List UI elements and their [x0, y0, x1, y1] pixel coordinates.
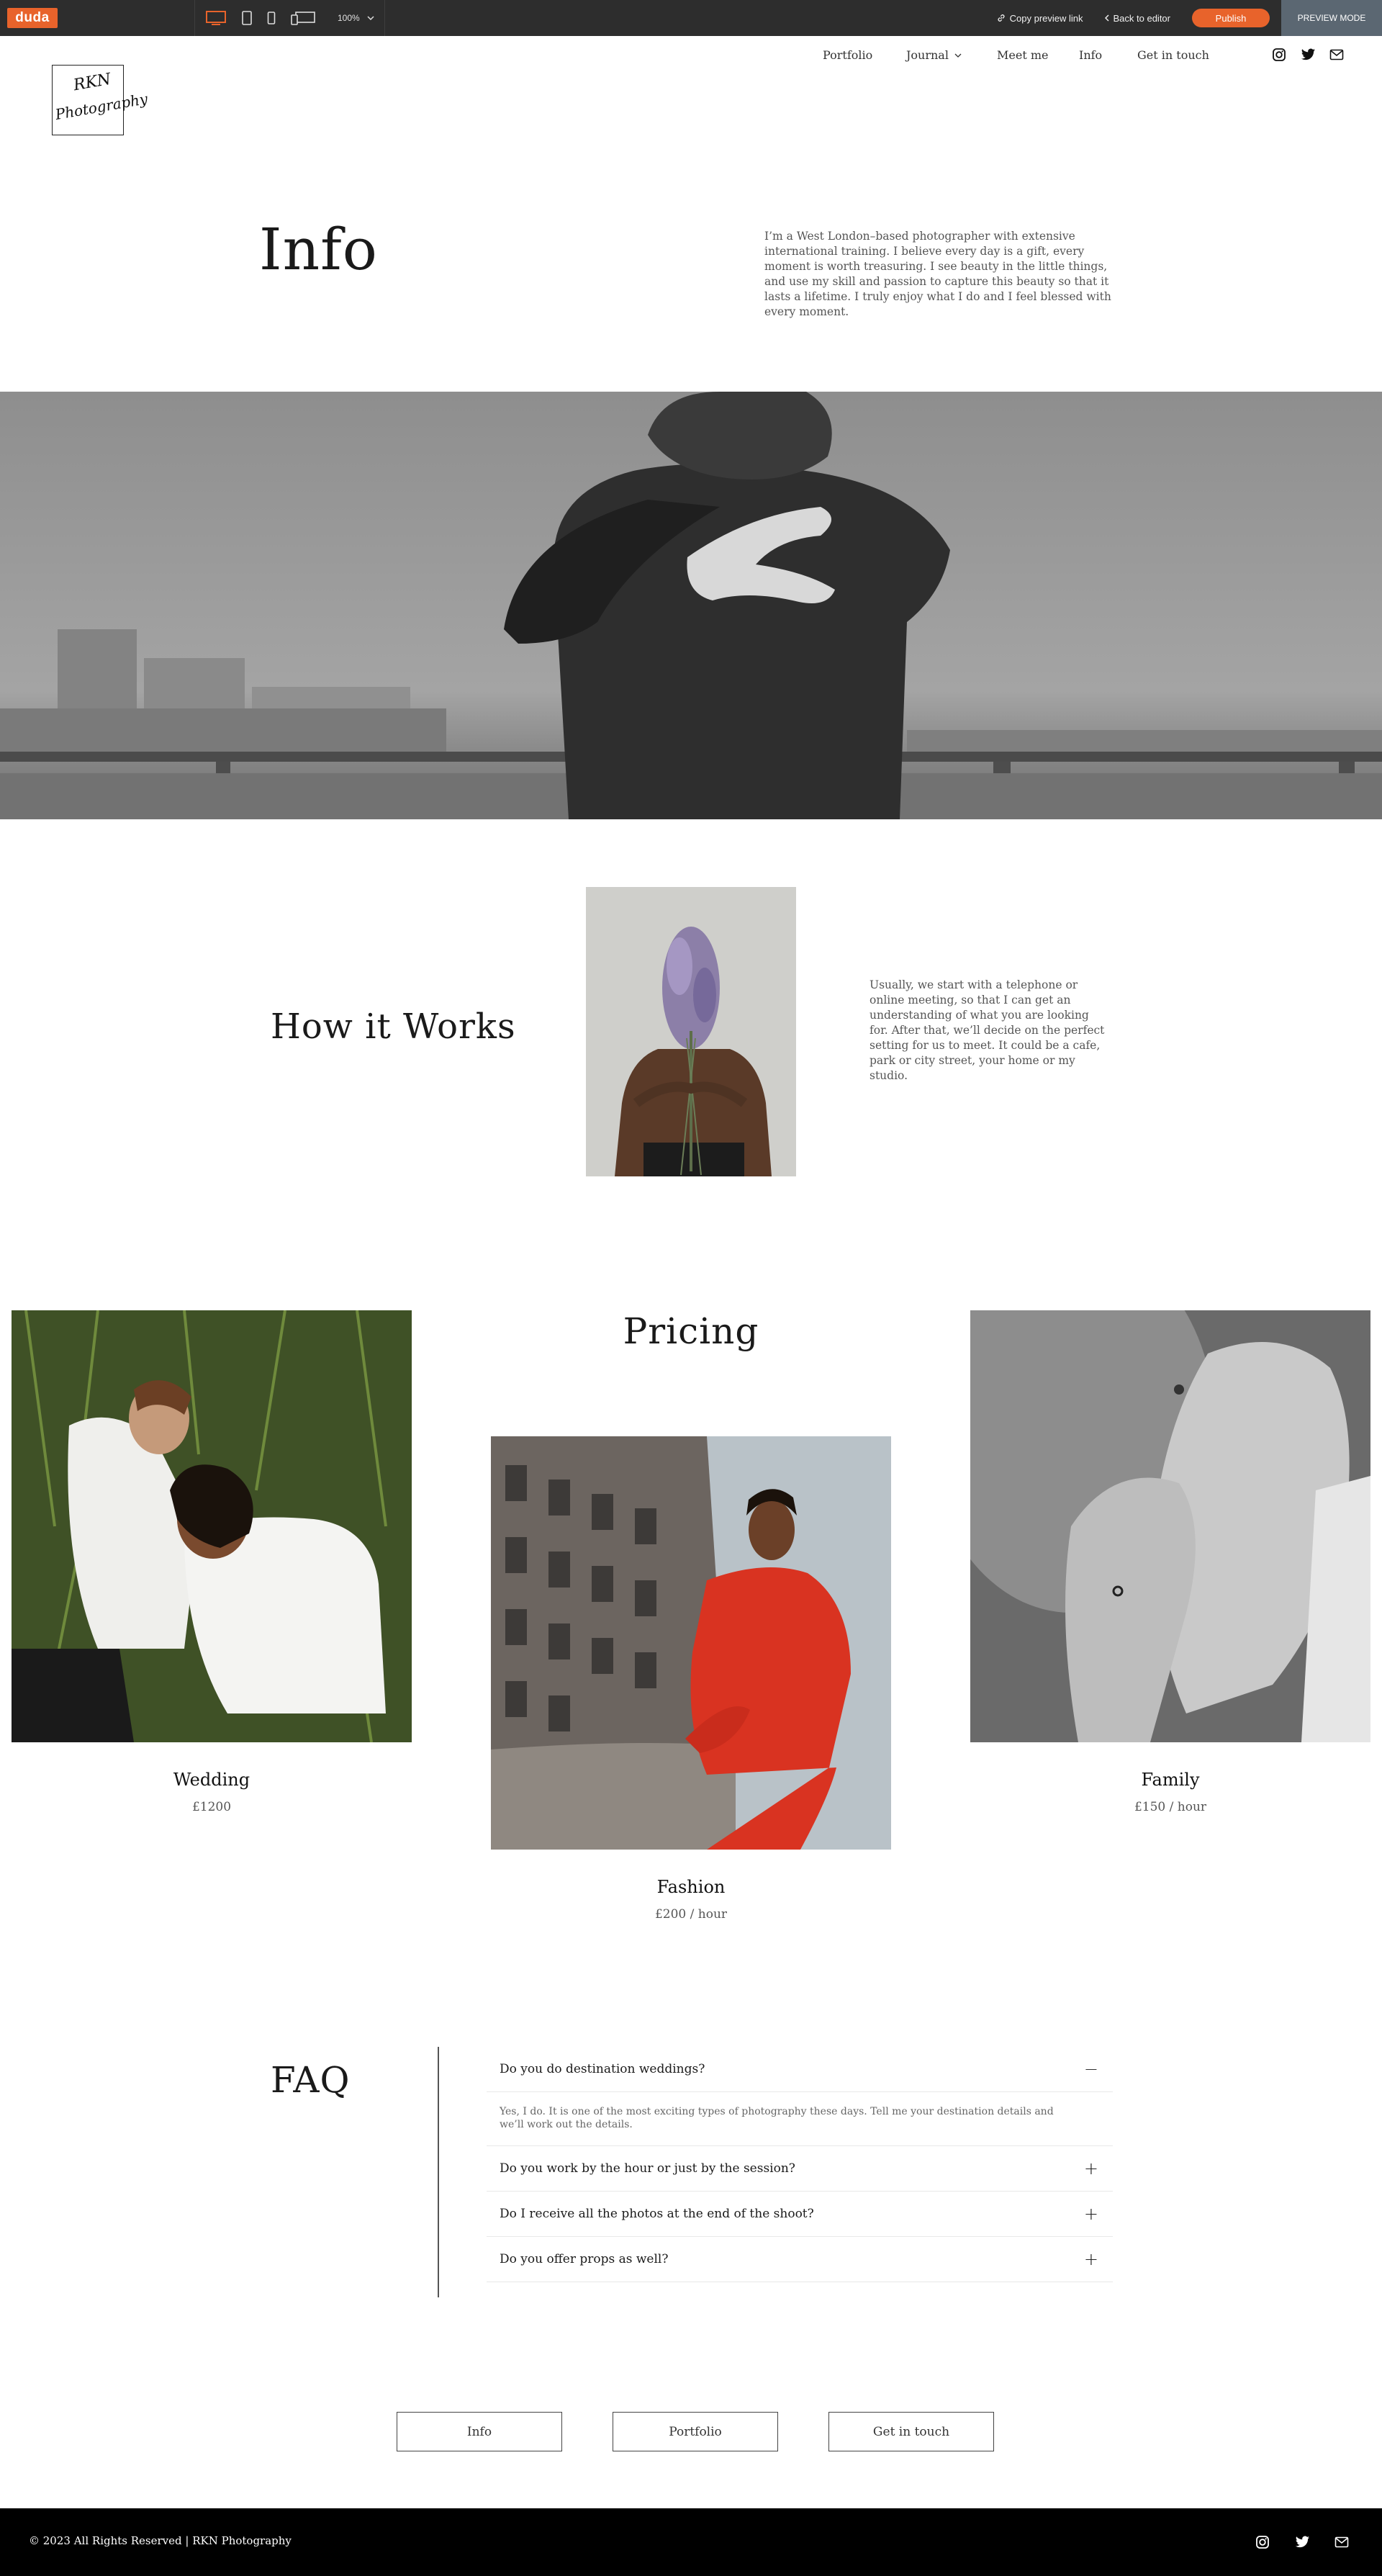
instagram-icon[interactable] — [1255, 2534, 1270, 2550]
chevron-down-icon — [954, 53, 962, 58]
info-title: Info — [259, 216, 378, 283]
publish-button[interactable]: Publish — [1192, 9, 1270, 27]
nav-item-journal[interactable]: Journal — [906, 48, 962, 62]
faq-question-toggle[interactable]: Do you work by the hour or just by the s… — [487, 2146, 1113, 2191]
faq-item: Do you do destination weddings? − Yes, I… — [487, 2047, 1113, 2146]
twitter-icon[interactable] — [1294, 2534, 1310, 2550]
faq-question: Do you work by the hour or just by the s… — [500, 2161, 795, 2176]
multi-device-view-icon[interactable] — [290, 0, 316, 36]
twitter-icon[interactable] — [1299, 46, 1316, 63]
how-it-works-text: Usually, we start with a telephone or on… — [870, 978, 1105, 1082]
back-to-editor-label: Back to editor — [1113, 12, 1171, 24]
footer-button-info[interactable]: Info — [397, 2412, 562, 2451]
chevron-left-icon — [1104, 14, 1109, 22]
site-logo[interactable]: RKN Photography — [52, 65, 149, 137]
zoom-value: 100% — [338, 13, 360, 23]
mail-icon[interactable] — [1334, 2534, 1350, 2550]
desktop-view-icon[interactable] — [205, 0, 227, 36]
mobile-view-icon[interactable] — [267, 0, 276, 36]
nav-item-get-in-touch[interactable]: Get in touch — [1137, 48, 1209, 62]
zoom-select[interactable]: 100% — [338, 13, 374, 23]
faq-item: Do I receive all the photos at the end o… — [487, 2192, 1113, 2237]
editor-toolbar: duda 100% Copy preview link Back to edit… — [0, 0, 1382, 36]
duda-logo: duda — [7, 8, 58, 28]
copyright-text: © 2023 All Rights Reserved | RKN Photogr… — [29, 2534, 292, 2547]
how-it-works-title: How it Works — [271, 1006, 516, 1047]
flowers-portrait-image — [586, 887, 796, 1176]
device-switcher: 100% — [194, 0, 385, 36]
plus-icon[interactable]: + — [1084, 2160, 1098, 2177]
nav-item-info[interactable]: Info — [1079, 48, 1102, 62]
tablet-view-icon[interactable] — [241, 0, 253, 36]
preview-mode-badge[interactable]: PREVIEW MODE — [1281, 0, 1382, 36]
nav-item-journal-label: Journal — [906, 48, 949, 62]
info-text: I’m a West London–based photographer wit… — [764, 230, 1111, 318]
pricing-item-name: Fashion — [656, 1877, 726, 1897]
faq-item: Do you offer props as well? + — [487, 2237, 1113, 2282]
fashion-image — [491, 1436, 891, 1850]
mail-icon[interactable] — [1328, 46, 1345, 63]
faq-title: FAQ — [271, 2059, 351, 2101]
site-footer: © 2023 All Rights Reserved | RKN Photogr… — [0, 2508, 1382, 2576]
faq-question-toggle[interactable]: Do you do destination weddings? − — [487, 2047, 1113, 2091]
faq-divider — [438, 2047, 439, 2297]
pricing-item-price: £150 / hour — [1134, 1800, 1207, 1814]
nav-item-meet-me[interactable]: Meet me — [997, 48, 1048, 62]
nav-item-portfolio[interactable]: Portfolio — [823, 48, 872, 62]
minus-icon[interactable]: − — [1084, 2061, 1098, 2078]
pricing-item-price: £200 / hour — [654, 1907, 728, 1922]
family-image — [970, 1310, 1370, 1742]
pricing-item-name: Family — [1141, 1770, 1200, 1790]
pricing-item-name: Wedding — [173, 1770, 250, 1790]
faq-question-toggle[interactable]: Do I receive all the photos at the end o… — [487, 2192, 1113, 2236]
hero-image-couple-embrace — [0, 392, 1382, 819]
faq-question-toggle[interactable]: Do you offer props as well? + — [487, 2237, 1113, 2282]
plus-icon[interactable]: + — [1084, 2205, 1098, 2223]
faq-item: Do you work by the hour or just by the s… — [487, 2146, 1113, 2192]
plus-icon[interactable]: + — [1084, 2251, 1098, 2268]
link-icon — [998, 14, 1005, 22]
faq-answer: Yes, I do. It is one of the most excitin… — [500, 2106, 1054, 2130]
faq-question: Do you offer props as well? — [500, 2252, 669, 2266]
faq-question: Do you do destination weddings? — [500, 2062, 705, 2076]
copy-preview-link-label: Copy preview link — [1009, 12, 1083, 24]
footer-button-portfolio[interactable]: Portfolio — [613, 2412, 778, 2451]
faq-question: Do I receive all the photos at the end o… — [500, 2207, 814, 2221]
wedding-image — [12, 1310, 412, 1742]
faq-accordion: Do you do destination weddings? − Yes, I… — [487, 2047, 1113, 2282]
chevron-down-icon — [367, 16, 374, 20]
back-to-editor-button[interactable]: Back to editor — [1104, 12, 1171, 24]
instagram-icon[interactable] — [1270, 46, 1288, 63]
footer-button-get-in-touch[interactable]: Get in touch — [828, 2412, 994, 2451]
pricing-item-price: £1200 — [191, 1800, 232, 1814]
copy-preview-link-button[interactable]: Copy preview link — [997, 13, 1083, 24]
